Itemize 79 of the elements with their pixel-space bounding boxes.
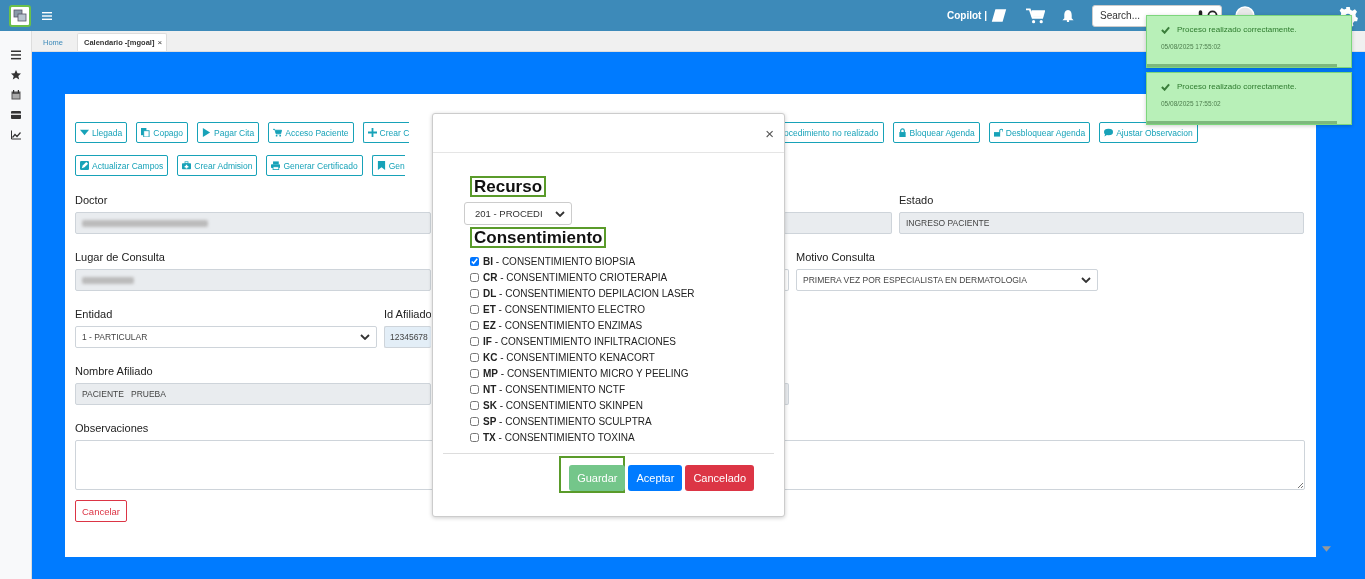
close-icon[interactable]: × bbox=[157, 38, 163, 47]
checkbox[interactable] bbox=[470, 416, 479, 426]
toast-message: Proceso realizado correctamente. bbox=[1177, 25, 1297, 34]
section-title: Consentimiento bbox=[470, 227, 607, 248]
location-field[interactable] bbox=[75, 269, 431, 291]
cart-icon bbox=[273, 128, 283, 137]
doctor-field[interactable] bbox=[75, 212, 431, 234]
redacted-text bbox=[82, 276, 134, 284]
comment-icon bbox=[1104, 128, 1114, 137]
plus-icon bbox=[367, 128, 377, 137]
checkbox-label[interactable]: ET - CONSENTIMIENTO ELECTRO bbox=[483, 303, 646, 315]
checkbox-label[interactable]: KC - CONSENTIMIENTO KENACORT bbox=[483, 351, 655, 363]
checkbox[interactable] bbox=[470, 288, 479, 298]
field-label: Motivo Consulta bbox=[796, 250, 876, 264]
checkbox[interactable] bbox=[470, 320, 479, 330]
medkit-icon bbox=[182, 161, 192, 170]
check-icon bbox=[1161, 25, 1170, 34]
checkbox[interactable] bbox=[470, 304, 479, 314]
checkbox[interactable] bbox=[470, 272, 479, 282]
copilot-link[interactable]: Copilot | bbox=[947, 10, 987, 21]
affiliate-id-field[interactable]: 12345678 bbox=[384, 326, 431, 348]
checkbox[interactable] bbox=[470, 400, 479, 410]
pencil-icon bbox=[80, 161, 89, 170]
reason-select[interactable]: PRIMERA VEZ POR ESPECIALISTA EN DERMATOLOGIA bbox=[796, 269, 1098, 291]
copy-icon bbox=[141, 128, 151, 137]
checkbox[interactable] bbox=[470, 256, 479, 266]
status-field[interactable]: INGRESO PACIENTE bbox=[899, 212, 1304, 234]
field-label: Lugar de Consulta bbox=[75, 250, 166, 264]
checkbox-label[interactable]: IF - CONSENTIMIENTO INFILTRACIONES bbox=[483, 335, 676, 347]
bookmark-icon bbox=[376, 161, 386, 170]
dialog-button[interactable]: Aceptar bbox=[628, 465, 683, 491]
checkbox-label[interactable]: CR - CONSENTIMIENTO CRIOTERAPIA bbox=[483, 271, 668, 283]
checkbox[interactable] bbox=[470, 336, 479, 346]
checkbox[interactable] bbox=[470, 432, 479, 442]
cart-icon[interactable] bbox=[1026, 7, 1045, 24]
caret-icon bbox=[80, 128, 89, 137]
field-label: Nombre Afiliado bbox=[75, 364, 154, 378]
field-label: Doctor bbox=[75, 193, 109, 207]
checkbox-label[interactable]: SK - CONSENTIMIENTO SKINPEN bbox=[483, 399, 643, 411]
field-label: Observaciones bbox=[75, 422, 149, 434]
text-field[interactable] bbox=[784, 212, 892, 234]
checkbox[interactable] bbox=[470, 384, 479, 394]
printer-icon bbox=[271, 161, 281, 170]
chevron-down-icon bbox=[360, 334, 370, 340]
cancel-button[interactable]: Cancelar bbox=[75, 500, 128, 522]
section-title: Recurso bbox=[470, 176, 547, 197]
checkbox-label[interactable]: TX - CONSENTIMIENTO TOXINA bbox=[483, 431, 635, 443]
field-label: Estado bbox=[899, 193, 935, 207]
field-label: Entidad bbox=[75, 307, 114, 321]
toast-message: Proceso realizado correctamente. bbox=[1177, 82, 1297, 91]
resize-grip-icon[interactable] bbox=[1297, 482, 1303, 488]
checkbox-label[interactable]: EZ - CONSENTIMIENTO ENZIMAS bbox=[483, 319, 643, 331]
chevron-down-icon bbox=[555, 210, 565, 217]
check-icon bbox=[1161, 82, 1170, 91]
menu-icon[interactable] bbox=[10, 50, 21, 60]
unlock-icon bbox=[993, 128, 1003, 137]
line-chart-icon[interactable] bbox=[10, 130, 21, 140]
copilot-icon[interactable] bbox=[990, 8, 1008, 23]
checkbox-label[interactable]: MP - CONSENTIMIENTO MICRO Y PEELING bbox=[483, 367, 689, 379]
close-button[interactable]: × bbox=[765, 124, 774, 142]
calendar-icon[interactable] bbox=[10, 90, 21, 100]
checkbox[interactable] bbox=[470, 368, 479, 378]
star-icon[interactable] bbox=[10, 70, 21, 80]
dialog-button[interactable]: Cancelado bbox=[685, 465, 754, 491]
resource-select[interactable]: 201 - PROCEDI bbox=[464, 202, 572, 225]
name-field[interactable]: PACIENTE PRUEBA bbox=[75, 383, 431, 405]
checkbox-label[interactable]: NT - CONSENTIMIENTO NCTF bbox=[483, 383, 626, 395]
logo-icon[interactable] bbox=[9, 4, 31, 27]
checkbox[interactable] bbox=[470, 352, 479, 362]
checkbox-label[interactable]: DL - CONSENTIMIENTO DEPILACION LASER bbox=[483, 287, 695, 299]
entity-select[interactable]: 1 - PARTICULAR bbox=[75, 326, 377, 348]
field-label: Id Afiliado bbox=[384, 307, 431, 321]
card-icon[interactable] bbox=[10, 110, 21, 120]
bell-icon[interactable] bbox=[1062, 9, 1074, 22]
play-icon bbox=[202, 128, 212, 137]
lock-icon bbox=[897, 128, 907, 137]
chevron-down-icon bbox=[1081, 277, 1091, 283]
checkbox-label[interactable]: BI - CONSENTIMIENTO BIOPSIA bbox=[483, 255, 636, 267]
checkbox-label[interactable]: SP - CONSENTIMIENTO SCULPTRA bbox=[483, 415, 652, 427]
